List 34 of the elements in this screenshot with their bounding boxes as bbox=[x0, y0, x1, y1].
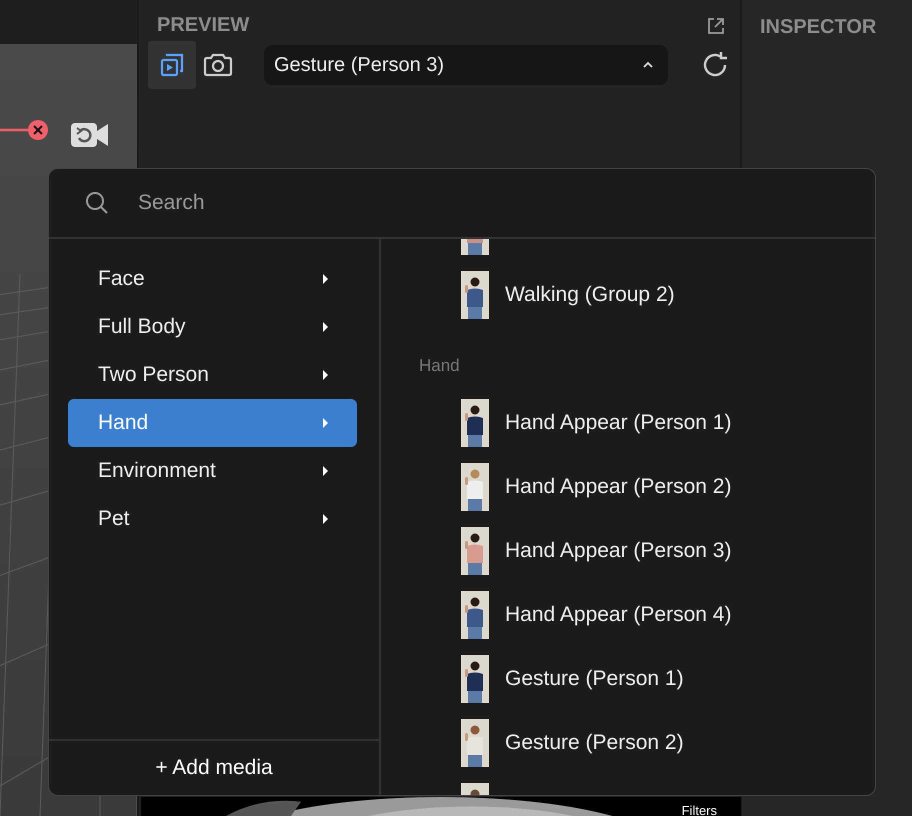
media-item[interactable]: Hand Appear (Person 4) bbox=[505, 603, 732, 627]
category-item[interactable]: Two Person bbox=[68, 351, 357, 399]
caret-right-icon bbox=[322, 273, 329, 285]
category-item[interactable]: Face bbox=[68, 255, 357, 303]
category-item[interactable]: Full Body bbox=[68, 303, 357, 351]
external-link-icon[interactable] bbox=[706, 16, 726, 36]
caret-right-icon bbox=[322, 321, 329, 333]
category-item[interactable]: Hand bbox=[68, 399, 357, 447]
media-item[interactable]: Hand Appear (Person 3) bbox=[505, 539, 732, 563]
caret-right-icon bbox=[322, 369, 329, 381]
search-field[interactable]: Search bbox=[138, 169, 875, 237]
media-item[interactable]: Walking (Group 2) bbox=[505, 283, 675, 307]
caret-right-icon bbox=[322, 465, 329, 477]
camera-icon bbox=[203, 52, 233, 78]
search-icon bbox=[84, 190, 110, 216]
media-item[interactable]: Gesture (Person 2) bbox=[505, 731, 684, 755]
section-header: Hand bbox=[419, 355, 461, 377]
media-dropdown[interactable]: Gesture (Person 3) bbox=[264, 45, 668, 85]
caret-right-icon bbox=[322, 513, 329, 525]
caret-up-icon bbox=[642, 61, 654, 69]
add-media-button[interactable]: + Add media bbox=[49, 739, 379, 795]
preview-media-button[interactable] bbox=[148, 41, 196, 89]
category-item[interactable]: Pet bbox=[68, 495, 357, 543]
media-play-icon bbox=[158, 51, 186, 79]
media-item[interactable]: Gesture (Person 1) bbox=[505, 667, 684, 691]
caret-right-icon bbox=[322, 417, 329, 429]
camera-rotate-icon[interactable] bbox=[71, 122, 109, 148]
media-item[interactable]: Hand Appear (Person 1) bbox=[505, 411, 732, 435]
category-item[interactable]: Environment bbox=[68, 447, 357, 495]
media-item[interactable]: Hand Appear (Person 2) bbox=[505, 475, 732, 499]
panel-title: INSPECTOR bbox=[760, 16, 876, 38]
connector-drawing bbox=[0, 118, 50, 142]
panel-title: PREVIEW bbox=[157, 14, 250, 37]
filters-label[interactable]: Filters bbox=[682, 804, 717, 816]
